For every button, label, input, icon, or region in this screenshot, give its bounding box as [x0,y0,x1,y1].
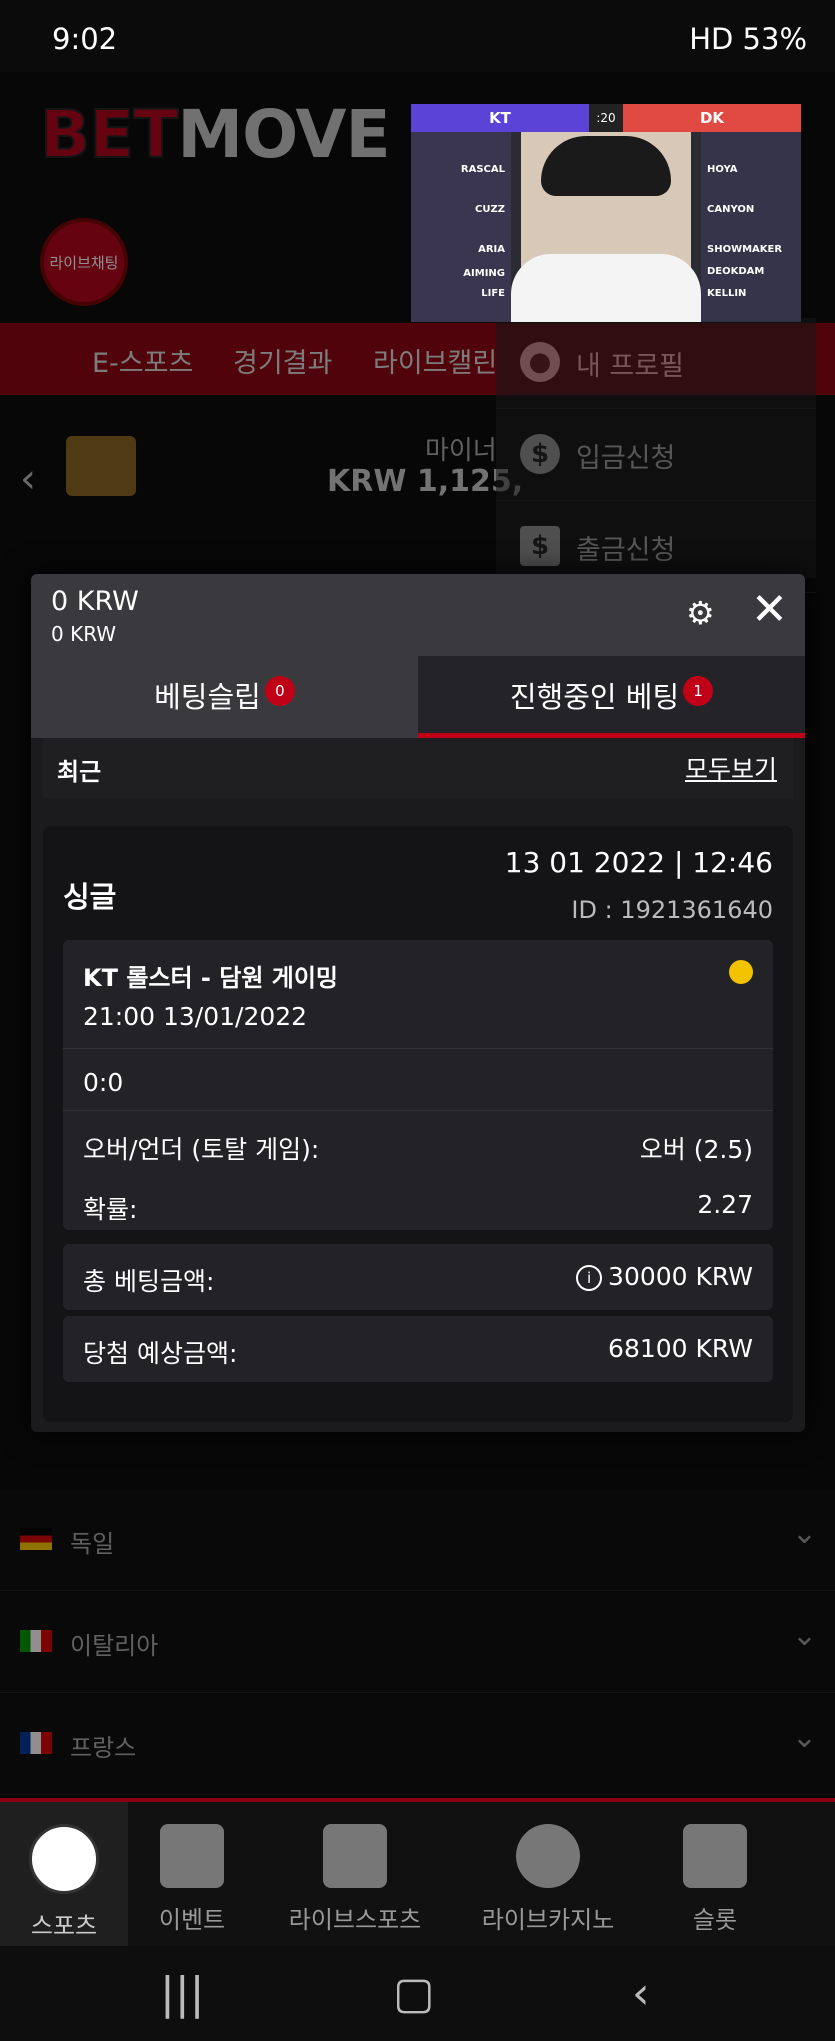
team-left: KT [411,104,589,132]
betslip-modal: 0 KRW 0 KRW ⚙ ✕ 베팅슬립 0 진행중인 베팅 1 최근 모두보기 싱… [31,574,805,1432]
payout-row: 당첨 예상금액: 68100 KRW [63,1316,773,1382]
stake-value: i 30000 KRW [576,1262,753,1291]
back-icon[interactable]: ‹ [632,1968,650,2019]
match-title: KT 롤스터 - 담원 게이밍 [83,964,338,992]
stake-label: 총 베팅금액: [83,1267,215,1296]
odds-label: 확률: [83,1195,138,1224]
recent-row: 최근 모두보기 [43,738,793,798]
account-balance: KRW 1,125, [327,464,524,499]
gear-icon[interactable]: ⚙ [686,594,715,632]
bet-datetime: 13 01 2022 | 12:46 [504,846,773,879]
tab-betslip[interactable]: 베팅슬립 0 [31,656,418,738]
divider [63,1110,773,1111]
clock-icon [729,960,753,984]
android-nav-bar: ||| ▢ ‹ [0,1946,835,2041]
soccer-ball-icon [29,1824,99,1894]
nav-item-sports[interactable]: 스포츠 [0,1802,128,1950]
menu-item-profile[interactable]: ● 내 프로필 [496,318,816,409]
payout-label: 당첨 예상금액: [83,1339,238,1368]
chevron-down-icon: ⌄ [791,1516,817,1551]
divider [63,1048,773,1049]
betslip-tabs: 베팅슬립 0 진행중인 베팅 1 [31,656,805,738]
count-badge: 1 [683,676,714,707]
close-icon[interactable]: ✕ [751,584,788,635]
livechat-button[interactable]: 라이브채팅 [40,218,128,306]
profile-menu: ● 내 프로필 $ 입금신청 $ 출금신청 [496,318,816,593]
nav-item-slots[interactable]: 슬롯 [660,1802,770,1950]
status-time: 9:02 [52,22,118,56]
user-icon: ● [520,342,560,382]
dollar-icon: $ [520,434,560,474]
stake-row: 총 베팅금액: i 30000 KRW [63,1244,773,1310]
account-label: 마이너 [425,436,497,466]
home-icon[interactable]: ▢ [393,1968,435,2019]
balance-sub: 0 KRW [51,622,117,646]
list-item[interactable]: 이탈리아 ⌄ [0,1592,835,1693]
italy-flag-icon [20,1630,52,1652]
treasure-chest-icon [66,436,136,496]
payout-value: 68100 KRW [608,1334,753,1363]
recent-label: 최근 [57,758,102,786]
count-badge: 0 [264,676,295,707]
match-score: 0:0 [83,1068,124,1097]
bet-type: 싱글 [63,880,117,914]
chevron-down-icon: ⌄ [791,1618,817,1653]
nav-item-live-sports[interactable]: 라이브스포츠 [270,1802,440,1950]
menu-item-deposit[interactable]: $ 입금신청 [496,410,816,501]
live-stream-video[interactable]: KT :20 DK RASCAL CUZZ ARIA AIMING LIFE H… [411,104,801,322]
slot-machine-icon [683,1824,747,1888]
game-clock: :20 [589,104,623,132]
nav-item-events[interactable]: 이벤트 [128,1802,256,1950]
market-label: 오버/언더 (토탈 게임): [83,1135,320,1164]
recent-apps-icon[interactable]: ||| [160,1968,204,2019]
live-tv-icon [323,1824,387,1888]
list-item[interactable]: 프랑스 ⌄ [0,1694,835,1795]
match-time: 21:00 13/01/2022 [83,1002,308,1031]
bet-id: ID : 1921361640 [571,896,773,924]
status-bar: 9:02 HD 53% [0,0,835,72]
odds-value: 2.27 [697,1190,753,1219]
status-icons: HD 53% [689,22,807,56]
balance-main: 0 KRW [51,586,139,617]
view-all-link[interactable]: 모두보기 [685,750,777,786]
betslip-header: 0 KRW 0 KRW ⚙ ✕ [31,574,805,656]
right-roster: HOYA CANYON SHOWMAKER DEOKDAM KELLIN [701,132,801,322]
france-flag-icon [20,1732,52,1754]
team-right: DK [623,104,801,132]
nav-item-live-casino[interactable]: 라이브카지노 [463,1802,633,1950]
chevron-left-icon[interactable]: ‹ [20,456,36,502]
germany-flag-icon [20,1528,52,1550]
chevron-down-icon: ⌄ [791,1720,817,1755]
nav-esports[interactable]: E-스포츠 [92,341,193,380]
tab-open-bets[interactable]: 진행중인 베팅 1 [418,656,805,738]
list-item[interactable]: 독일 ⌄ [0,1490,835,1591]
bet-card: 싱글 13 01 2022 | 12:46 ID : 1921361640 KT… [43,826,793,1422]
nav-live-calendar[interactable]: 라이브캘린 [373,341,497,380]
info-icon[interactable]: i [576,1265,603,1291]
market-value: 오버 (2.5) [639,1135,753,1164]
brand-logo[interactable]: BETMOVE [39,95,391,174]
nav-results[interactable]: 경기결과 [233,341,332,380]
match-box: KT 롤스터 - 담원 게이밍 21:00 13/01/2022 0:0 오버/… [63,940,773,1230]
atm-icon: $ [520,526,560,566]
bottom-nav: 스포츠 이벤트 라이브스포츠 라이브카지노 슬롯 [0,1798,835,1950]
left-roster: RASCAL CUZZ ARIA AIMING LIFE [411,132,511,322]
casino-chip-icon [516,1824,580,1888]
gift-icon [160,1824,224,1888]
